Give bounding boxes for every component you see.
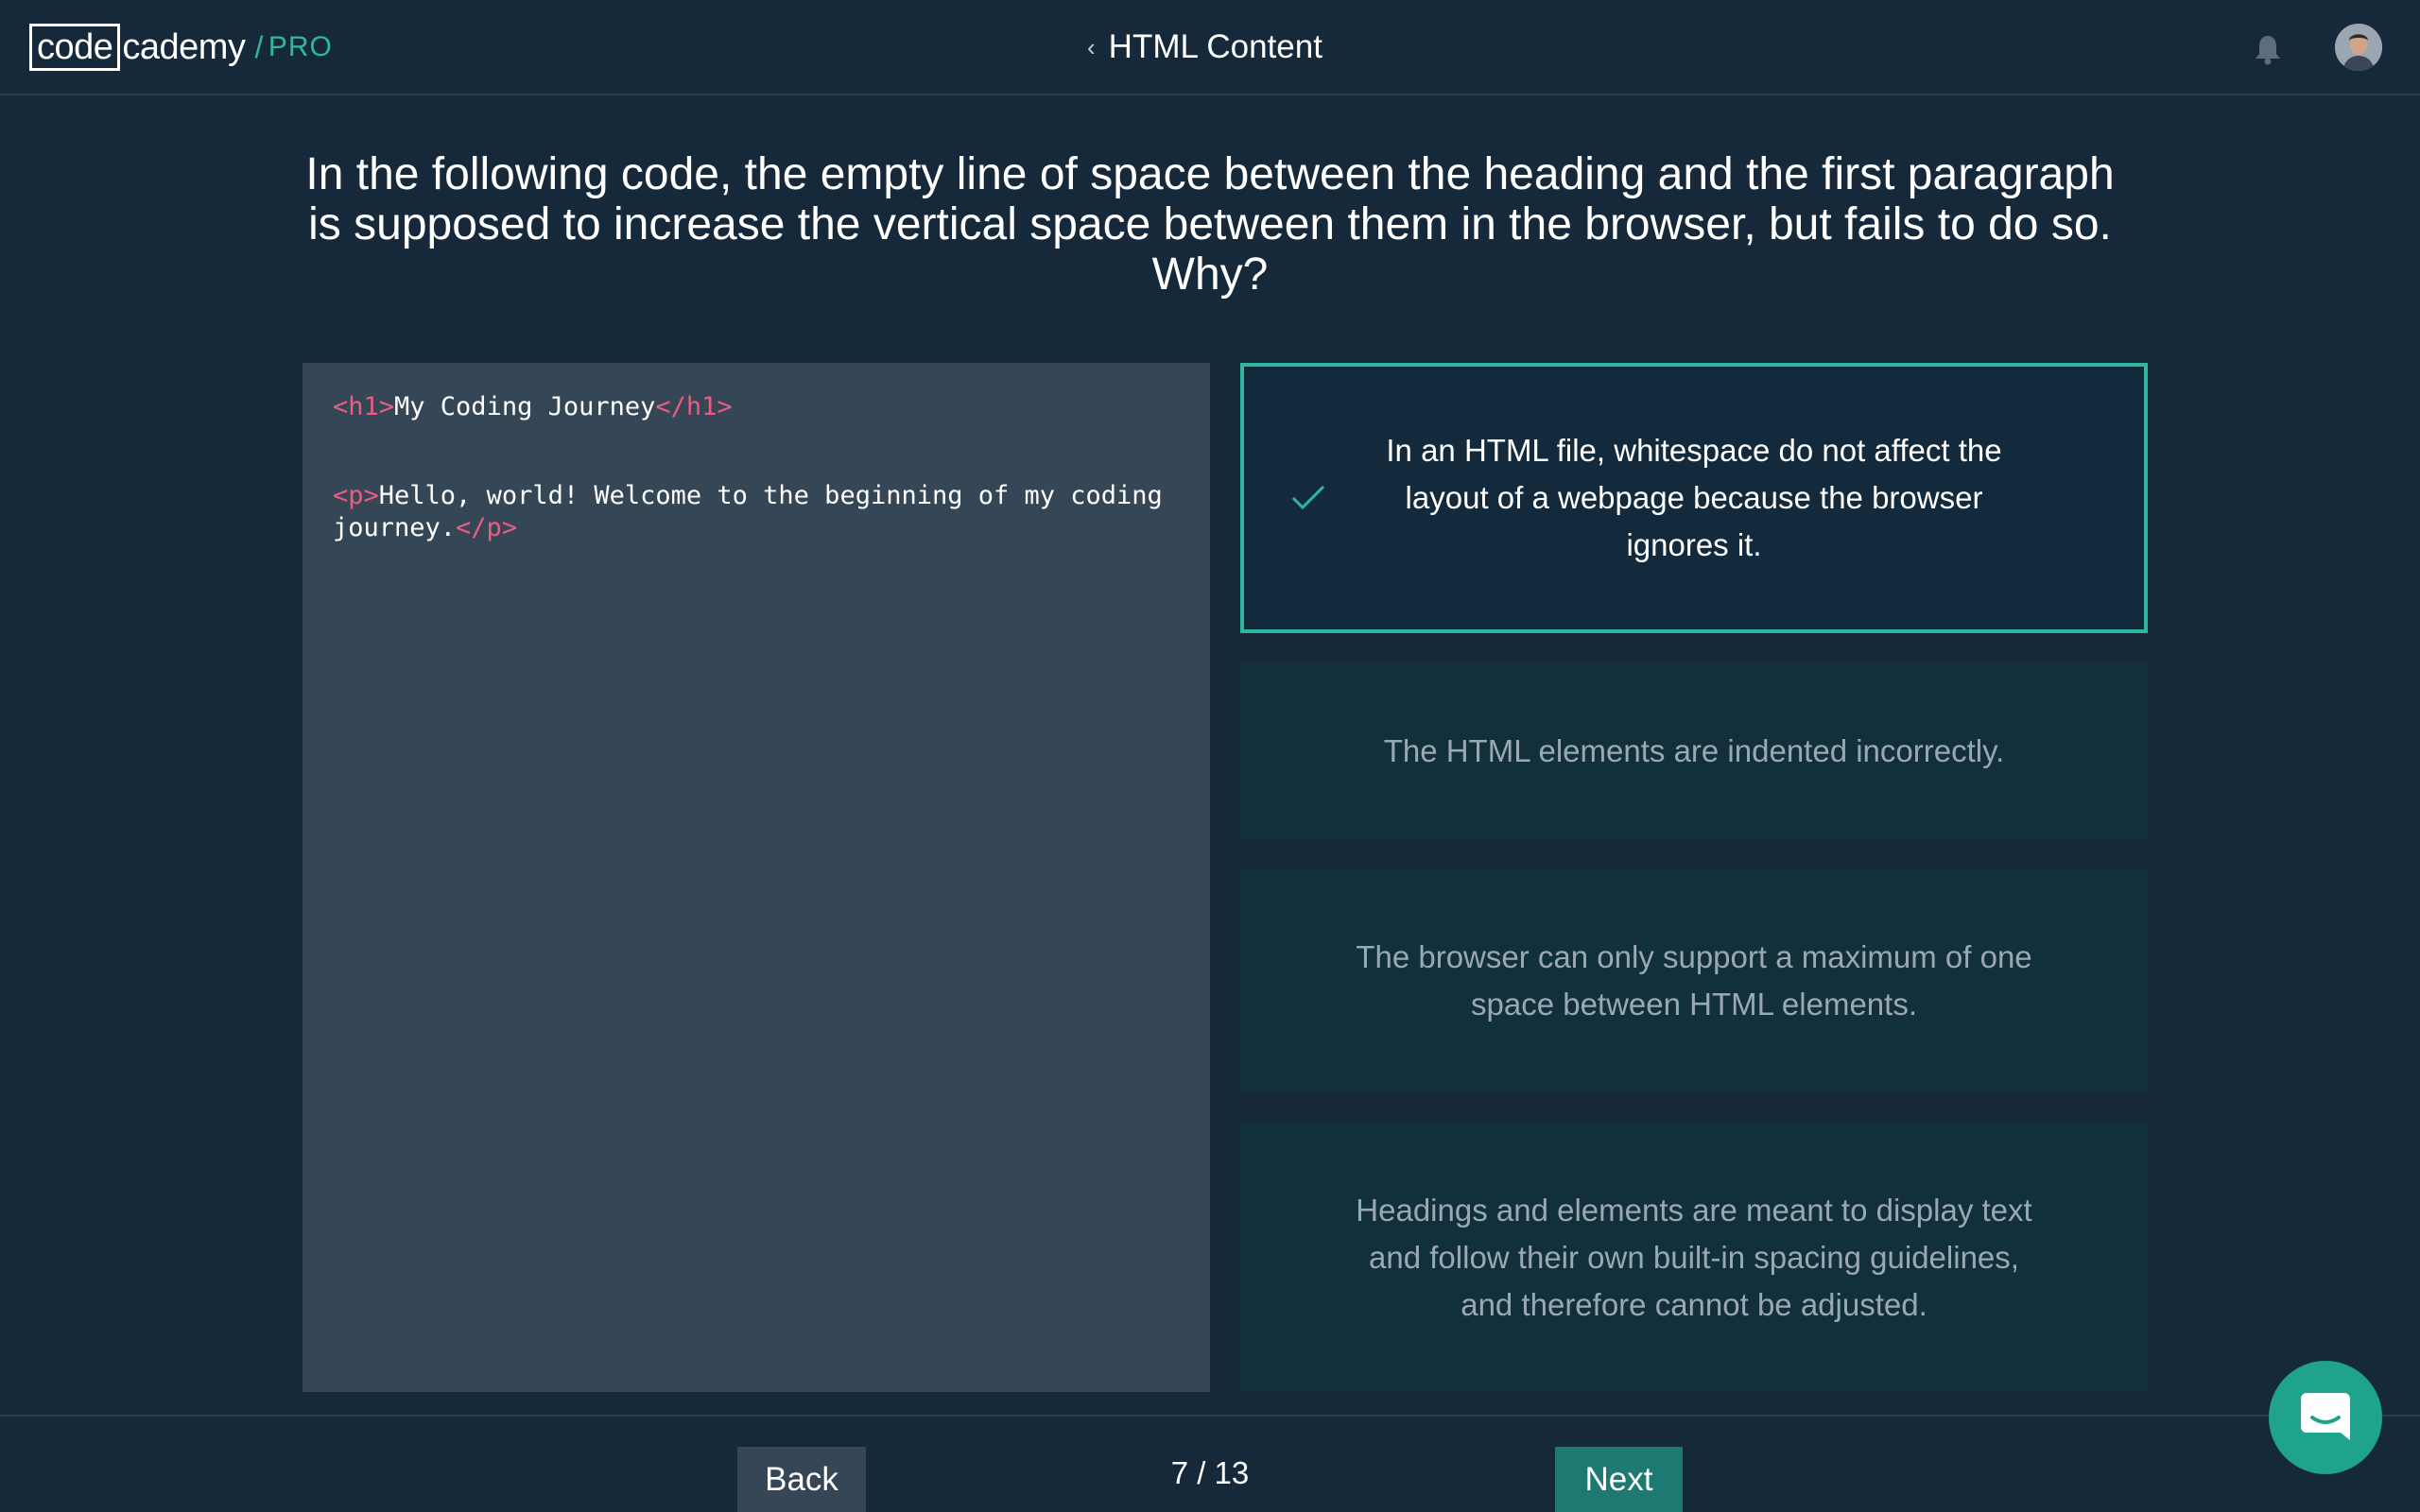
next-button[interactable]: Next (1555, 1447, 1683, 1512)
chat-icon (2297, 1387, 2354, 1449)
checkmark-icon (1289, 481, 1327, 515)
codecademy-logo[interactable]: code cademy / PRO (29, 23, 333, 72)
code-tag-open: <p> (333, 481, 379, 510)
bell-icon[interactable] (2251, 32, 2285, 66)
question-prompt: In the following code, the empty line of… (305, 149, 2115, 300)
answer-text: In an HTML file, whitespace do not affec… (1386, 433, 2002, 562)
logo-pro: PRO (268, 31, 333, 62)
chevron-left-icon: ‹ (1087, 32, 1096, 61)
code-line-3: <p>Hello, world! Welcome to the beginnin… (333, 480, 1180, 544)
code-tag-close: </h1> (655, 392, 733, 421)
logo-cademy: cademy (122, 27, 246, 67)
answer-text: The HTML elements are indented incorrect… (1383, 733, 2005, 768)
code-snippet: <h1>My Coding Journey</h1> <p>Hello, wor… (302, 363, 1210, 1392)
answer-option-1-selected[interactable]: In an HTML file, whitespace do not affec… (1240, 363, 2148, 633)
code-text: My Coding Journey (394, 392, 656, 421)
answer-text: The browser can only support a maximum o… (1356, 939, 2032, 1022)
back-button[interactable]: Back (737, 1447, 866, 1512)
logo-slash: / (254, 30, 263, 64)
breadcrumb-title: HTML Content (1108, 28, 1322, 65)
answer-option-4[interactable]: Headings and elements are meant to displ… (1240, 1123, 2148, 1392)
answer-option-2[interactable]: The HTML elements are indented incorrect… (1240, 663, 2148, 839)
top-nav: code cademy / PRO ‹ HTML Content (0, 0, 2420, 95)
code-tag-close: </p> (456, 513, 518, 542)
question-progress: 7 / 13 (1170, 1455, 1250, 1490)
footer-divider (0, 1415, 2420, 1417)
chat-launcher-button[interactable] (2269, 1361, 2382, 1474)
breadcrumb[interactable]: ‹ HTML Content (1087, 23, 1322, 72)
avatar[interactable] (2335, 24, 2382, 71)
logo-code-box: code (29, 24, 121, 71)
answer-option-3[interactable]: The browser can only support a maximum o… (1240, 869, 2148, 1092)
answer-text: Headings and elements are meant to displ… (1356, 1192, 2032, 1322)
code-line-1: <h1>My Coding Journey</h1> (333, 391, 1180, 423)
code-tag-open: <h1> (333, 392, 395, 421)
